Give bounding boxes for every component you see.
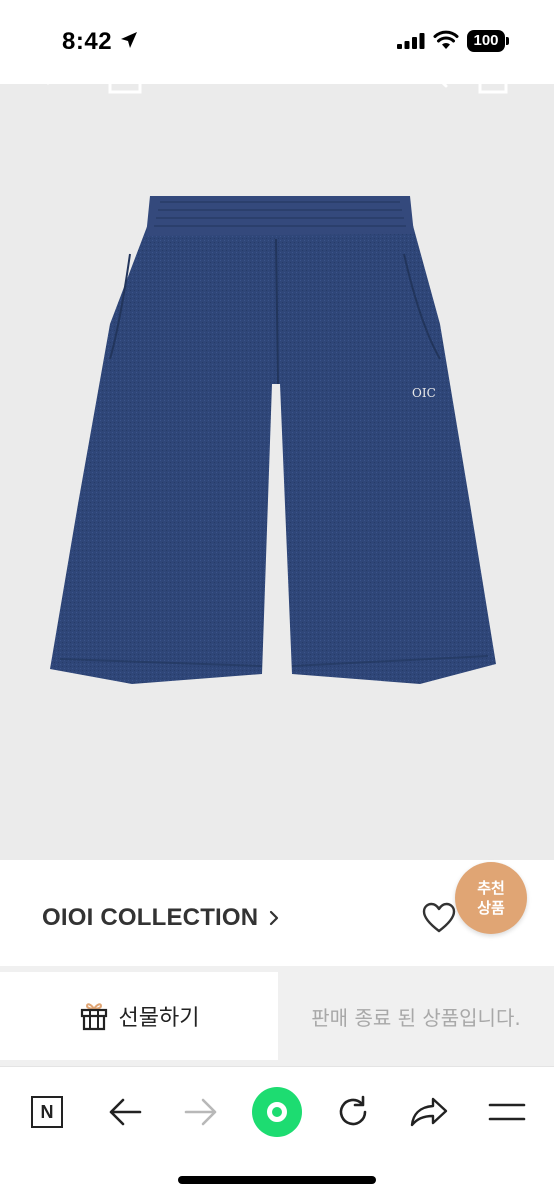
soldout-notice: 판매 종료 된 상품입니다. [311, 1005, 521, 1030]
brand-link[interactable]: OIOI COLLECTION [42, 902, 280, 934]
menu-button[interactable] [482, 1087, 532, 1137]
green-dot-button[interactable] [252, 1087, 302, 1137]
recommended-label-line2: 상품 [477, 899, 505, 917]
product-image[interactable]: OIC [0, 84, 554, 860]
action-bar: 선물하기 판매 종료 된 상품입니다. [0, 966, 554, 1066]
refresh-button[interactable] [328, 1087, 378, 1137]
chevron-right-icon [270, 910, 279, 926]
naver-n-icon: N [31, 1096, 63, 1128]
battery-level: 100 [467, 30, 505, 52]
home-indicator[interactable] [178, 1176, 376, 1184]
location-arrow-icon [121, 32, 137, 48]
share-icon [410, 1097, 448, 1127]
back-button[interactable] [100, 1087, 150, 1137]
shorts-logo: OIC [412, 386, 436, 400]
green-dot-icon [252, 1087, 302, 1137]
arrow-left-icon [109, 1098, 142, 1126]
share-button[interactable] [404, 1087, 454, 1137]
battery-indicator: 100 [467, 30, 509, 52]
cellular-signal-icon [397, 33, 425, 49]
gift-button[interactable]: 선물하기 [0, 972, 278, 1060]
status-bar: 8:42 100 [0, 0, 554, 84]
wifi-icon [433, 30, 459, 49]
heart-icon[interactable] [422, 902, 456, 934]
denim-shorts-image: OIC [50, 196, 496, 684]
arrow-right-icon [184, 1098, 217, 1126]
gift-label: 선물하기 [118, 1006, 200, 1031]
refresh-icon [339, 1095, 367, 1126]
battery-tip [506, 37, 509, 45]
forward-button[interactable] [176, 1087, 226, 1137]
naver-home-button[interactable]: N [22, 1087, 72, 1137]
recommended-label-line1: 추천 [477, 879, 505, 897]
status-time: 8:42 [62, 28, 113, 55]
gift-icon [80, 1003, 107, 1031]
brand-name: OIOI COLLECTION [42, 904, 259, 931]
menu-icon [488, 1103, 526, 1121]
recommended-products-button[interactable]: 추천 상품 [455, 862, 527, 934]
